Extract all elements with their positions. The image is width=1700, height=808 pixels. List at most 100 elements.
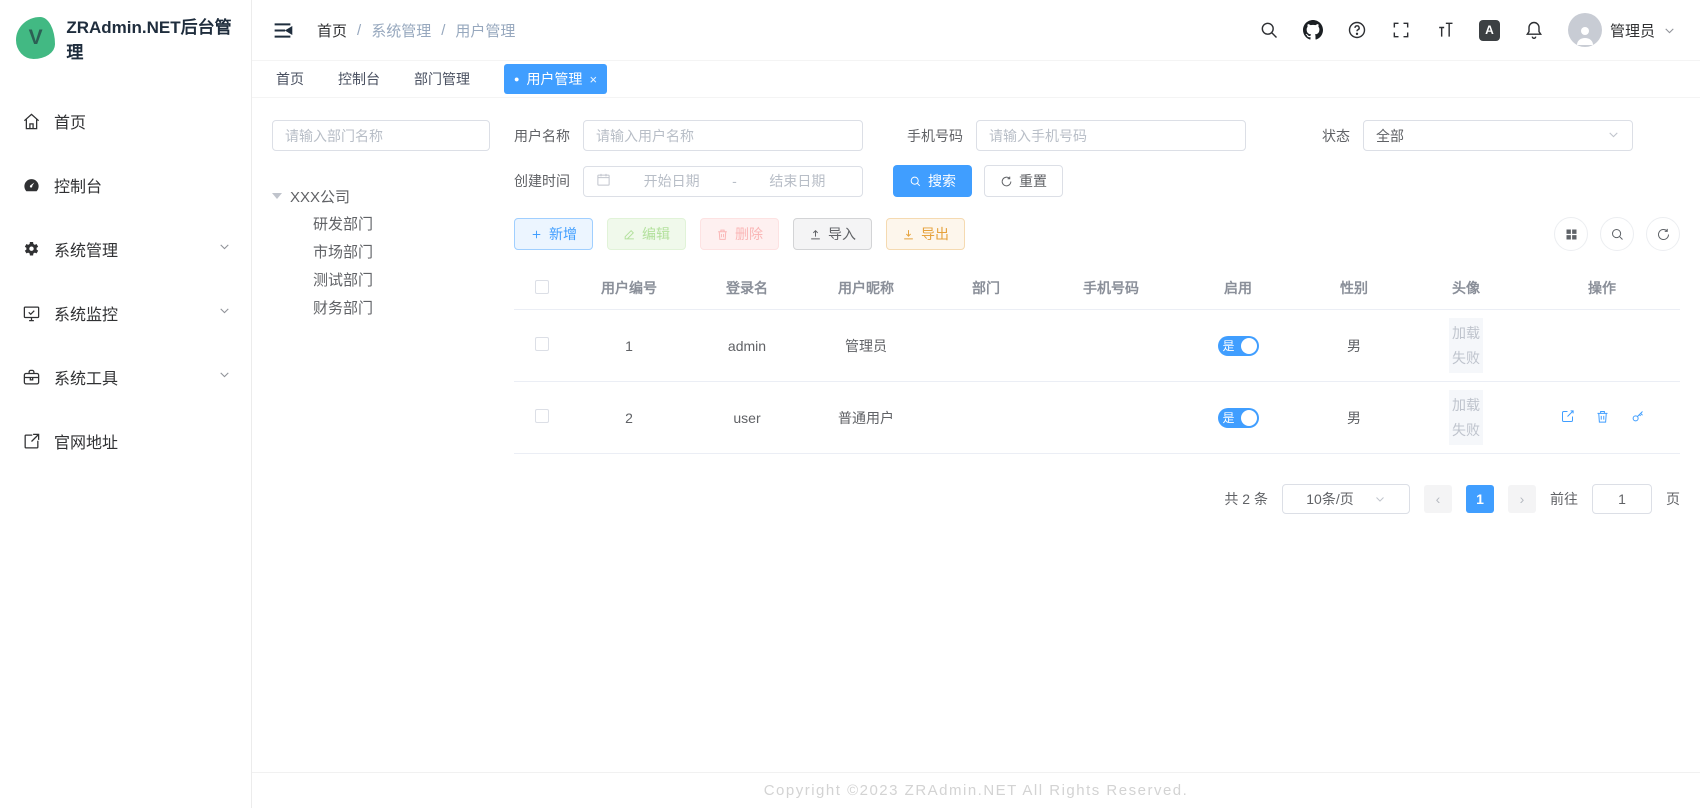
sidebar-collapse-icon[interactable] [272, 20, 293, 41]
enabled-toggle[interactable]: 是 [1218, 336, 1259, 356]
columns-grid-icon[interactable] [1554, 217, 1588, 251]
toggle-search-icon[interactable] [1600, 217, 1634, 251]
date-range-picker[interactable]: 开始日期 - 结束日期 [583, 166, 863, 197]
page-size-value: 10条/页 [1306, 489, 1353, 509]
col-user-id: 用户编号 [570, 267, 688, 310]
notification-bell-icon[interactable] [1524, 20, 1544, 40]
user-name: 管理员 [1610, 20, 1655, 41]
dept-tree-root-label: XXX公司 [290, 186, 350, 207]
row-reset-password-icon[interactable] [1630, 409, 1645, 424]
search-button[interactable]: 搜索 [893, 165, 972, 197]
toggle-on-label: 是 [1223, 409, 1235, 426]
sidebar-item-dashboard[interactable]: 控制台 [0, 153, 251, 217]
chevron-down-icon [218, 240, 231, 258]
cell-nickname: 管理员 [806, 310, 926, 382]
cell-phone [1046, 310, 1176, 382]
sidebar-item-label: 系统监控 [54, 301, 118, 325]
sidebar-item-label: 系统工具 [54, 365, 118, 389]
close-icon[interactable]: × [589, 72, 597, 87]
dept-tree-item-market[interactable]: 市场部门 [272, 239, 490, 267]
tab-console[interactable]: 控制台 [338, 69, 380, 89]
import-button[interactable]: 导入 [793, 218, 872, 250]
logo-row[interactable]: V ZRAdmin.NET后台管理 [0, 0, 251, 71]
fullscreen-icon[interactable] [1391, 20, 1411, 40]
delete-button[interactable]: 删除 [700, 218, 779, 250]
row-edit-icon[interactable] [1560, 409, 1575, 424]
filter-label: 创建时间 [514, 171, 570, 191]
row-checkbox[interactable] [535, 409, 549, 423]
toolbox-icon [22, 368, 41, 387]
app-logo: V [16, 17, 55, 59]
page-size-select[interactable]: 10条/页 [1282, 484, 1410, 514]
caret-down-icon[interactable] [272, 193, 282, 199]
export-button[interactable]: 导出 [886, 218, 965, 250]
tab-home[interactable]: 首页 [276, 69, 304, 89]
enabled-toggle[interactable]: 是 [1218, 408, 1259, 428]
cell-phone [1046, 382, 1176, 454]
add-button[interactable]: 新增 [514, 218, 593, 250]
edit-button[interactable]: 编辑 [607, 218, 686, 250]
cell-login: user [688, 382, 806, 454]
date-start-placeholder: 开始日期 [619, 171, 724, 191]
search-icon[interactable] [1259, 20, 1279, 40]
calendar-icon [596, 172, 611, 190]
user-menu[interactable]: 管理员 [1568, 13, 1676, 47]
dept-tree-root[interactable]: XXX公司 [272, 181, 490, 211]
cell-nickname: 普通用户 [806, 382, 926, 454]
breadcrumb-home[interactable]: 首页 [317, 20, 347, 41]
search-button-label: 搜索 [928, 171, 956, 191]
goto-page-input[interactable] [1592, 484, 1652, 514]
top-header: 首页 / 系统管理 / 用户管理 A [252, 0, 1700, 60]
sidebar-item-label: 官网地址 [54, 429, 118, 453]
reset-button[interactable]: 重置 [984, 165, 1063, 197]
tab-label: 用户管理 [526, 69, 582, 89]
dept-search-input[interactable] [285, 128, 477, 144]
toggle-on-label: 是 [1223, 337, 1235, 354]
translate-icon[interactable]: A [1479, 20, 1500, 41]
font-size-icon[interactable] [1435, 20, 1455, 40]
header-actions: A 管理员 [1259, 13, 1676, 47]
help-icon[interactable] [1347, 20, 1367, 40]
avatar-load-failed: 加载失败 [1449, 390, 1483, 445]
github-icon[interactable] [1303, 20, 1323, 40]
filter-created-time: 创建时间 开始日期 - 结束日期 [514, 166, 863, 197]
refresh-icon[interactable] [1646, 217, 1680, 251]
dept-tree-item-rd[interactable]: 研发部门 [272, 211, 490, 239]
user-name-input[interactable] [596, 128, 850, 144]
prev-page-button[interactable]: ‹ [1424, 485, 1452, 513]
status-select-value: 全部 [1376, 126, 1404, 146]
cell-user-id: 1 [570, 310, 688, 382]
toggle-knob [1241, 338, 1257, 354]
pagination: 共 2 条 10条/页 ‹ 1 › 前往 页 [514, 484, 1680, 514]
tab-dept-manage[interactable]: 部门管理 [414, 69, 470, 89]
col-avatar: 头像 [1408, 267, 1524, 310]
dept-tree-item-test[interactable]: 测试部门 [272, 267, 490, 295]
sidebar-item-system-manage[interactable]: 系统管理 [0, 217, 251, 281]
sidebar-item-website[interactable]: 官网地址 [0, 409, 251, 473]
filter-row-2: 创建时间 开始日期 - 结束日期 搜索 [514, 165, 1680, 197]
filter-label: 手机号码 [907, 126, 963, 146]
row-checkbox[interactable] [535, 337, 549, 351]
row-delete-icon[interactable] [1595, 409, 1610, 424]
phone-input[interactable] [989, 128, 1233, 144]
phone-field [976, 120, 1246, 151]
dept-tree-item-finance[interactable]: 财务部门 [272, 295, 490, 323]
table-row: 1 admin 管理员 是 男 加载失败 [514, 310, 1680, 382]
breadcrumb-current: 用户管理 [455, 20, 515, 41]
sidebar-item-system-monitor[interactable]: 系统监控 [0, 281, 251, 345]
tab-user-manage[interactable]: ● 用户管理 × [504, 64, 607, 94]
select-all-checkbox[interactable] [535, 280, 549, 294]
sidebar-item-home[interactable]: 首页 [0, 89, 251, 153]
filter-row-1: 用户名称 手机号码 状态 全部 [514, 120, 1680, 151]
chevron-down-icon [218, 304, 231, 322]
cell-dept [926, 310, 1046, 382]
sidebar-item-label: 首页 [54, 109, 86, 133]
status-select[interactable]: 全部 [1363, 120, 1633, 151]
avatar-load-failed: 加载失败 [1449, 318, 1483, 373]
page-number-1[interactable]: 1 [1466, 485, 1494, 513]
reset-button-label: 重置 [1019, 171, 1047, 191]
cell-login: admin [688, 310, 806, 382]
next-page-button[interactable]: › [1508, 485, 1536, 513]
sidebar-item-system-tools[interactable]: 系统工具 [0, 345, 251, 409]
external-link-icon [22, 432, 41, 451]
